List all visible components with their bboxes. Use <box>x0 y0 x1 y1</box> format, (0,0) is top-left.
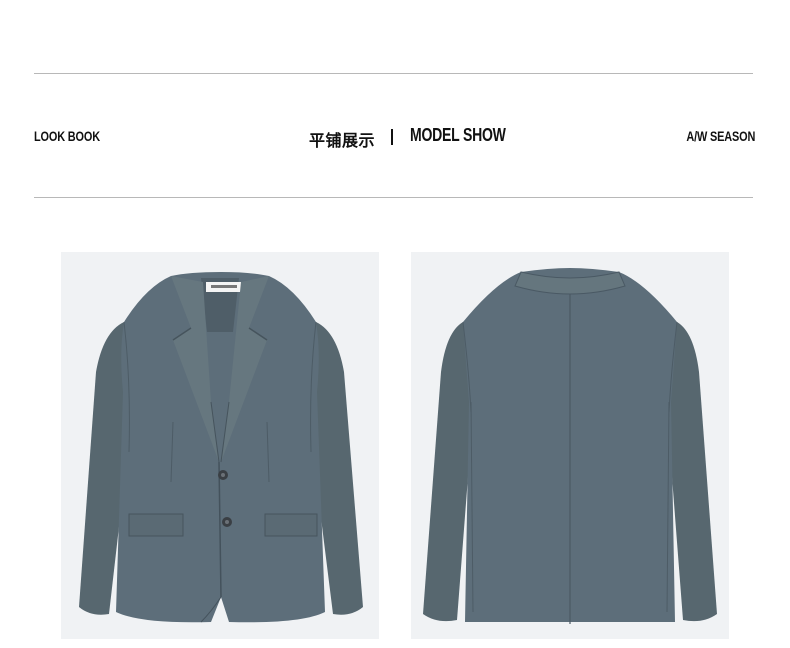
bottom-divider <box>34 197 753 198</box>
season-label: A/W SEASON <box>686 128 755 144</box>
top-divider <box>34 73 753 74</box>
blazer-back-image <box>411 252 729 639</box>
en-title: MODEL SHOW <box>410 125 506 145</box>
cn-title: 平铺展示 <box>309 131 376 150</box>
blazer-front-illustration <box>79 272 363 623</box>
blazer-front-image <box>61 252 379 639</box>
look-book-label: LOOK BOOK <box>34 128 100 144</box>
section-title: 平铺展示 MODEL SHOW <box>309 125 506 150</box>
section-header: LOOK BOOK 平铺展示 MODEL SHOW A/W SEASON <box>34 125 755 150</box>
title-separator <box>391 129 393 145</box>
blazer-back-illustration <box>423 268 717 624</box>
